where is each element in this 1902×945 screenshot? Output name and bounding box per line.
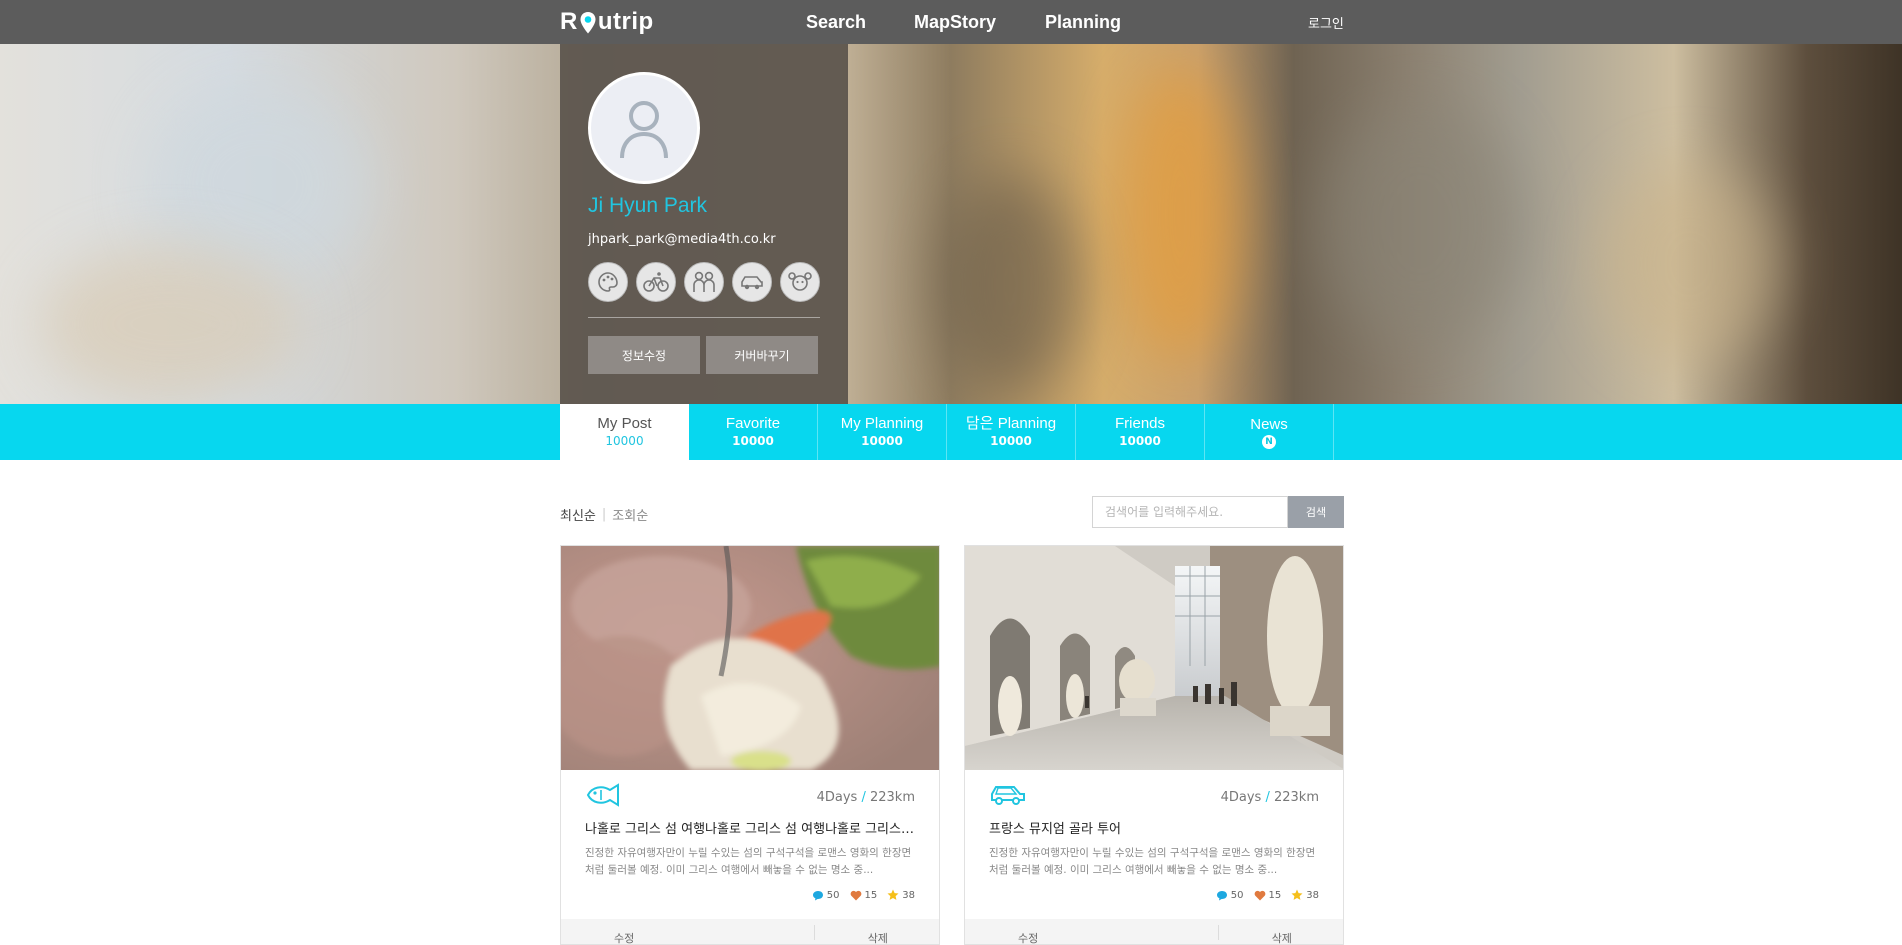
post-stats: 50 15 38 <box>812 889 915 901</box>
tab-saved-planning[interactable]: 담은 Planning 10000 <box>947 404 1076 460</box>
change-cover-button[interactable]: 커버바꾸기 <box>706 336 818 374</box>
post-thumbnail-food[interactable] <box>561 546 939 770</box>
trip-duration-distance: 4Days / 223km <box>1221 790 1319 805</box>
tab-count: 10000 <box>732 434 774 448</box>
comment-count: 50 <box>812 890 840 901</box>
sort-latest[interactable]: 최신순 <box>560 505 596 524</box>
logo-text-end: utrip <box>597 8 654 35</box>
nav-mapstory[interactable]: MapStory <box>914 0 996 44</box>
car-icon <box>989 782 1027 812</box>
post-title[interactable]: 프랑스 뮤지엄 골라 투어 <box>989 818 1321 837</box>
interest-badges <box>588 262 820 302</box>
tab-favorite[interactable]: Favorite 10000 <box>689 404 818 460</box>
meta-separator: / <box>1265 790 1270 805</box>
hamster-icon[interactable] <box>780 262 820 302</box>
post-description: 진정한 자유여행자만이 누릴 수있는 섬의 구석구석을 로맨스 영화의 한장면처… <box>585 847 912 876</box>
tab-label: Favorite <box>725 415 781 432</box>
post-card[interactable]: 4Days / 223km 나홀로 그리스 섬 여행나홀로 그리스 섬 여행나홀… <box>560 545 940 945</box>
location-pin-icon <box>579 11 597 34</box>
comment-icon <box>1216 890 1227 900</box>
like-count: 15 <box>850 890 877 901</box>
post-stats: 50 15 38 <box>1216 889 1319 901</box>
star-icon <box>887 889 899 900</box>
comment-icon <box>812 890 823 900</box>
heart-icon <box>850 890 861 900</box>
user-silhouette-icon <box>620 101 668 159</box>
fish-icon <box>585 782 623 812</box>
comment-count: 50 <box>1216 890 1244 901</box>
tab-label: Friends <box>1114 415 1166 432</box>
post-card[interactable]: 4Days / 223km 프랑스 뮤지엄 골라 투어 진정한 자유여행자만이 … <box>964 545 1344 945</box>
profile-divider <box>588 317 820 318</box>
action-divider <box>1091 925 1219 940</box>
new-badge: N <box>1262 434 1276 449</box>
action-divider <box>687 925 815 940</box>
routrip-logo[interactable]: R utrip <box>560 8 654 36</box>
card-actions: 수정 삭제 <box>561 919 939 944</box>
tab-friends[interactable]: Friends 10000 <box>1076 404 1205 460</box>
meta-separator: / <box>861 790 866 805</box>
delete-post-button[interactable]: 삭제 <box>815 919 939 944</box>
card-actions: 수정 삭제 <box>965 919 1343 944</box>
heart-icon <box>1254 890 1265 900</box>
couple-icon[interactable] <box>684 262 724 302</box>
profile-name: Ji Hyun Park <box>588 194 708 217</box>
login-link[interactable]: 로그인 <box>1308 0 1344 44</box>
tab-label: 담은 Planning <box>965 415 1057 432</box>
palette-icon[interactable] <box>588 262 628 302</box>
star-count: 38 <box>887 889 915 901</box>
profile-tabs: My Post 10000 Favorite 10000 My Planning… <box>0 404 1902 460</box>
tab-count: 10000 <box>861 434 903 448</box>
car-icon[interactable] <box>732 262 772 302</box>
tab-my-planning[interactable]: My Planning 10000 <box>818 404 947 460</box>
edit-post-button[interactable]: 수정 <box>965 919 1091 944</box>
trip-duration-distance: 4Days / 223km <box>817 790 915 805</box>
search-input[interactable] <box>1092 496 1288 528</box>
top-navigation-bar: R utrip Search MapStory Planning 로그인 <box>0 0 1902 44</box>
star-icon <box>1291 889 1303 900</box>
cover-image <box>0 44 1902 404</box>
tab-label: News <box>1250 415 1288 433</box>
sort-views[interactable]: 조회순 <box>612 505 648 524</box>
trip-distance: 223km <box>869 790 915 805</box>
profile-email: jhpark_park@media4th.co.kr <box>588 232 776 247</box>
profile-panel: Ji Hyun Park jhpark_park@media4th.co.kr … <box>560 44 848 404</box>
post-title[interactable]: 나홀로 그리스 섬 여행나홀로 그리스 섬 여행나홀로 그리스 섬 여행 <box>585 818 917 837</box>
tab-news[interactable]: News N <box>1205 404 1334 460</box>
delete-post-button[interactable]: 삭제 <box>1219 919 1343 944</box>
trip-days: 4Days <box>816 790 858 805</box>
nav-planning[interactable]: Planning <box>1045 0 1121 44</box>
search-button[interactable]: 검색 <box>1288 496 1344 528</box>
tab-count: 10000 <box>990 434 1032 448</box>
star-count: 38 <box>1291 889 1319 901</box>
tab-my-post[interactable]: My Post 10000 <box>560 404 689 460</box>
edit-info-button[interactable]: 정보수정 <box>588 336 700 374</box>
avatar[interactable] <box>588 72 700 184</box>
post-description: 진정한 자유여행자만이 누릴 수있는 섬의 구석구석을 로맨스 영화의 한장면처… <box>989 847 1316 876</box>
nav-search[interactable]: Search <box>806 0 866 44</box>
tab-count: 10000 <box>1119 434 1161 448</box>
sort-separator: | <box>601 507 607 522</box>
trip-days: 4Days <box>1220 790 1262 805</box>
post-thumbnail-museum[interactable] <box>965 546 1343 770</box>
edit-post-button[interactable]: 수정 <box>561 919 687 944</box>
bicycle-icon[interactable] <box>636 262 676 302</box>
like-count: 15 <box>1254 890 1281 901</box>
logo-text-start: R <box>560 8 578 35</box>
tab-count: 10000 <box>605 434 644 448</box>
tab-label: My Planning <box>840 415 924 432</box>
trip-distance: 223km <box>1273 790 1319 805</box>
tab-label: My Post <box>597 415 652 432</box>
sort-options: 최신순 | 조회순 <box>560 505 648 524</box>
